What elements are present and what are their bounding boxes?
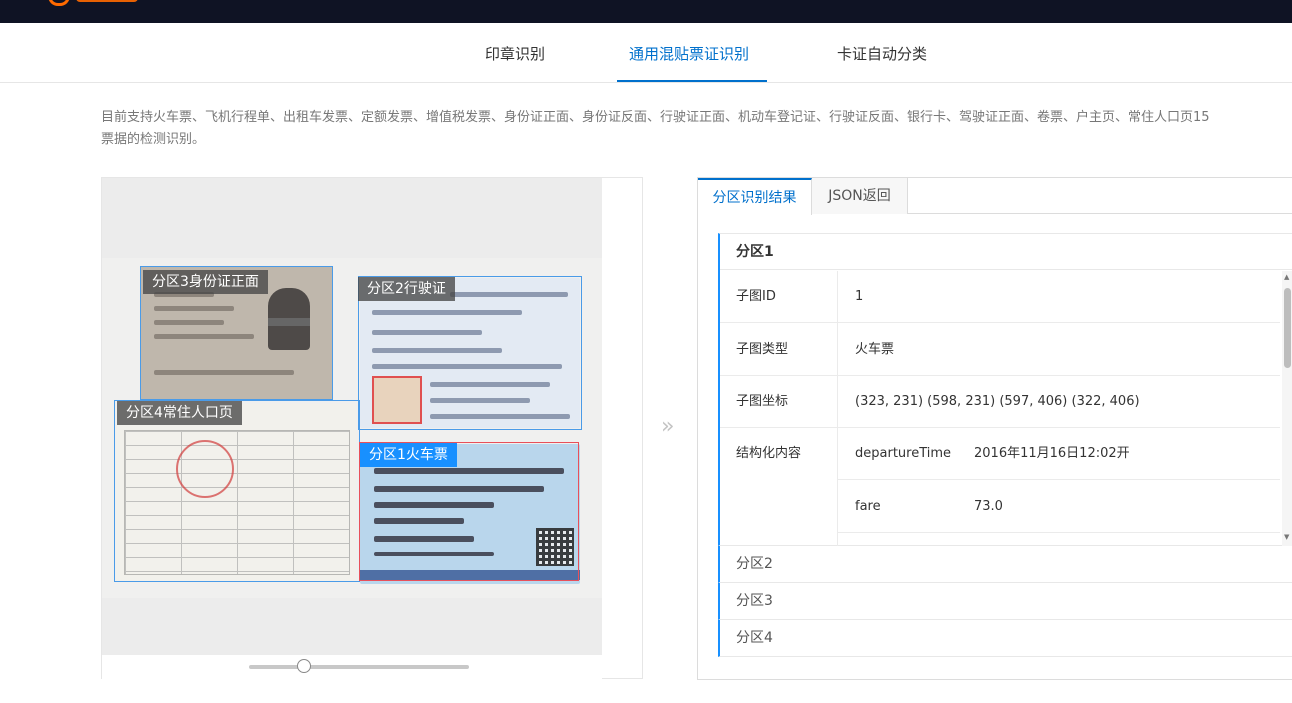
details-scrollbar[interactable]: ▲ ▼ [1282,271,1292,546]
scroll-down-icon[interactable]: ▼ [1284,533,1289,541]
row-key: 子图ID [736,289,776,304]
zone-4-label[interactable]: 分区4常住人口页 [117,401,242,425]
scrollbar-thumb[interactable] [1284,288,1291,368]
zone-2-section[interactable]: 分区2 [718,546,1292,583]
tab-seal-recognition[interactable]: 印章识别 [485,43,545,64]
zone-2-header[interactable]: 分区2 [720,546,1292,582]
row-value: (323, 231) (598, 231) (597, 406) (322, 4… [855,394,1140,409]
logo-wordmark [76,0,138,2]
zoom-slider-track[interactable] [249,665,469,669]
image-stage[interactable]: 分区3身份证正面 分区2行驶证 分区4常住人口页 分区1火车票 [102,178,602,655]
top-navbar [0,0,1292,23]
zone-3-header[interactable]: 分区3 [720,583,1292,619]
brand-logo[interactable] [48,0,140,6]
active-tab-indicator [617,80,767,82]
zone-1-section: 分区1 子图ID 1 子图类型 火车票 子图坐标 (323, 231) (598… [718,233,1292,546]
zoom-slider-handle[interactable] [297,659,311,673]
row-key: 子图坐标 [736,394,789,409]
field-name: departureTime [855,446,952,461]
zone-3-section[interactable]: 分区3 [718,583,1292,620]
row-key: 结构化内容 [736,446,802,461]
field-name: fare [855,499,881,514]
tab-zone-results[interactable]: 分区识别结果 [698,178,812,215]
forward-arrow-icon: » [661,414,675,439]
zone-1-header[interactable]: 分区1 [720,234,1292,270]
table-row: 子图类型 火车票 [720,323,1280,376]
zone-4-box[interactable] [114,400,360,582]
tab-json-response[interactable]: JSON返回 [812,178,908,214]
table-row: 子图ID 1 [720,271,1280,323]
feature-description: 目前支持火车票、飞机行程单、出租车发票、定额发票、增值税发票、身份证正面、身份证… [101,107,1292,151]
zone-2-label[interactable]: 分区2行驶证 [358,277,455,301]
row-key: 子图类型 [736,342,789,357]
field-value: 2016年11月16日12:02开 [974,446,1130,461]
zone-4-header[interactable]: 分区4 [720,620,1292,656]
field-value: 73.0 [974,499,1003,514]
tab-card-auto-classify[interactable]: 卡证自动分类 [837,43,927,64]
description-line-2: 票据的检测识别。 [101,132,206,147]
row-value: 1 [855,289,864,304]
zoom-slider[interactable] [102,655,602,679]
structured-field: fare 73.0 [838,480,1280,533]
logo-mark-icon [48,0,70,6]
product-tabs: 印章识别 通用混贴票证识别 卡证自动分类 [0,23,1292,83]
result-tabs: 分区识别结果 JSON返回 [698,178,1292,215]
zone-1-label[interactable]: 分区1火车票 [360,443,457,467]
tab-mixed-receipt-recognition[interactable]: 通用混贴票证识别 [629,43,749,64]
zone-1-details: 子图ID 1 子图类型 火车票 子图坐标 (323, 231) (598, 23… [720,271,1292,546]
table-row: 子图坐标 (323, 231) (598, 231) (597, 406) (3… [720,376,1280,428]
description-line-1: 目前支持火车票、飞机行程单、出租车发票、定额发票、增值税发票、身份证正面、身份证… [101,110,1210,125]
zone-3-label[interactable]: 分区3身份证正面 [143,270,268,294]
result-panel: 分区识别结果 JSON返回 分区1 子图ID 1 子图类型 火车票 子图坐标 (… [697,177,1292,680]
zone-4-section[interactable]: 分区4 [718,620,1292,657]
row-value: 火车票 [855,342,895,357]
image-viewer: 分区3身份证正面 分区2行驶证 分区4常住人口页 分区1火车票 [101,177,643,679]
structured-field: departureTime 2016年11月16日12:02开 [838,428,1280,480]
scroll-up-icon[interactable]: ▲ [1284,273,1289,281]
